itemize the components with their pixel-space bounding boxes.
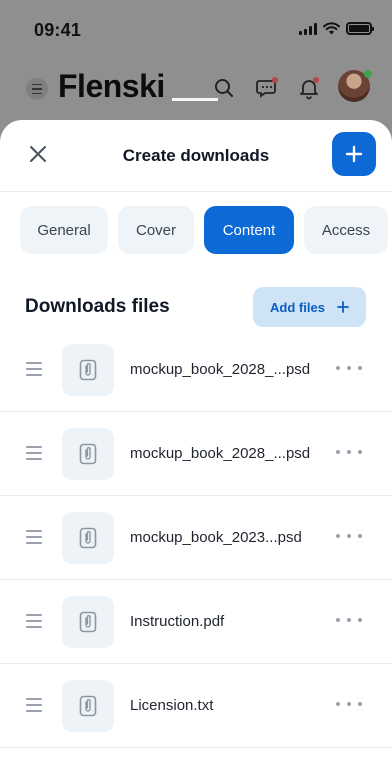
paperclip-icon bbox=[79, 443, 97, 465]
drag-handle-icon[interactable] bbox=[26, 614, 42, 628]
section-title: Downloads files bbox=[25, 296, 170, 317]
file-thumbnail bbox=[62, 596, 114, 648]
screen: 09:41 Flenski Create downloads General C… bbox=[0, 0, 392, 770]
plus-icon bbox=[337, 301, 349, 313]
add-files-label: Add files bbox=[270, 299, 325, 315]
plus-icon bbox=[345, 145, 363, 163]
more-options-button[interactable] bbox=[336, 610, 362, 630]
file-row[interactable]: mockup_book_2023...psd bbox=[0, 496, 392, 580]
more-options-button[interactable] bbox=[336, 442, 362, 462]
file-thumbnail bbox=[62, 512, 114, 564]
file-row[interactable]: mockup_book_2028_...psd bbox=[0, 412, 392, 496]
tab-general[interactable]: General bbox=[20, 206, 108, 254]
background-header: Flenski bbox=[0, 64, 392, 114]
file-name: mockup_book_2028_...psd bbox=[130, 361, 311, 378]
file-list: mockup_book_2028_...psd mockup_book_2028… bbox=[0, 328, 392, 748]
drag-handle-icon[interactable] bbox=[26, 530, 42, 544]
file-thumbnail bbox=[62, 428, 114, 480]
battery-icon bbox=[346, 22, 374, 35]
file-row[interactable]: Licension.txt bbox=[0, 664, 392, 748]
drag-handle-icon[interactable] bbox=[26, 446, 42, 460]
menu-icon bbox=[26, 78, 48, 100]
file-name: mockup_book_2023...psd bbox=[130, 529, 302, 546]
tab-cover[interactable]: Cover bbox=[118, 206, 194, 254]
paperclip-icon bbox=[79, 611, 97, 633]
status-icons bbox=[299, 22, 374, 35]
chat-icon bbox=[256, 77, 278, 98]
file-name: Instruction.pdf bbox=[130, 613, 225, 630]
status-bar: 09:41 bbox=[0, 0, 392, 56]
app-logo: Flenski bbox=[58, 68, 165, 104]
tab-access[interactable]: Access bbox=[304, 206, 388, 254]
file-name: Licension.txt bbox=[130, 697, 214, 714]
file-row[interactable]: Instruction.pdf bbox=[0, 580, 392, 664]
add-button[interactable] bbox=[332, 132, 376, 176]
bell-icon bbox=[300, 77, 319, 100]
more-options-button[interactable] bbox=[336, 358, 362, 378]
drag-handle-icon[interactable] bbox=[26, 362, 42, 376]
paperclip-icon bbox=[79, 695, 97, 717]
tab-bar: General Cover Content Access bbox=[20, 206, 388, 254]
sheet-header: Create downloads bbox=[0, 120, 392, 192]
status-time: 09:41 bbox=[34, 20, 82, 40]
search-icon bbox=[215, 79, 233, 97]
file-row[interactable]: mockup_book_2028_...psd bbox=[0, 328, 392, 412]
file-name: mockup_book_2028_...psd bbox=[130, 445, 311, 462]
paperclip-icon bbox=[79, 359, 97, 381]
more-options-button[interactable] bbox=[336, 526, 362, 546]
file-thumbnail bbox=[62, 680, 114, 732]
file-thumbnail bbox=[62, 344, 114, 396]
drag-handle-icon[interactable] bbox=[26, 698, 42, 712]
paperclip-icon bbox=[79, 527, 97, 549]
more-options-button[interactable] bbox=[336, 694, 362, 714]
signal-icon bbox=[299, 22, 317, 35]
online-indicator bbox=[364, 70, 372, 78]
add-files-button[interactable]: Add files bbox=[253, 287, 366, 327]
wifi-icon bbox=[323, 22, 340, 35]
create-downloads-sheet: Create downloads General Cover Content A… bbox=[0, 120, 392, 770]
tab-content[interactable]: Content bbox=[204, 206, 294, 254]
